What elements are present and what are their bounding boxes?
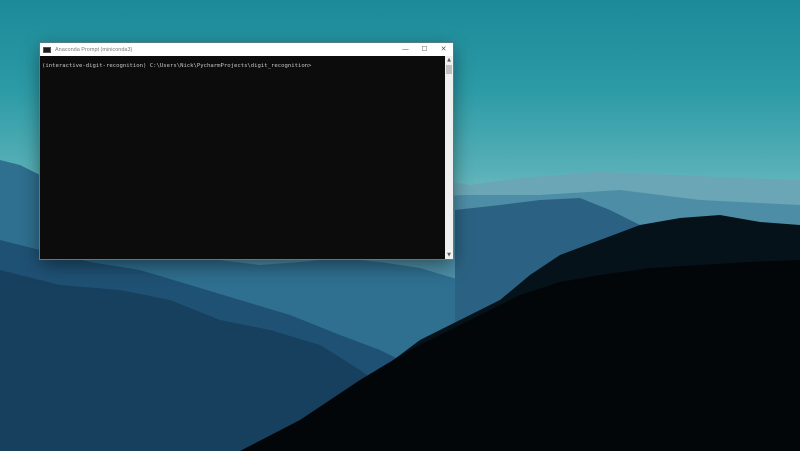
close-button[interactable]: ✕ [434,43,453,56]
terminal-window[interactable]: Anaconda Prompt (miniconda3) — ☐ ✕ (inte… [40,43,453,259]
console-output[interactable]: (interactive-digit-recognition) C:\Users… [40,56,445,259]
title-bar[interactable]: Anaconda Prompt (miniconda3) — ☐ ✕ [40,43,453,56]
terminal-icon [43,46,51,53]
vertical-scrollbar[interactable]: ▲ ▼ [445,56,453,259]
window-title: Anaconda Prompt (miniconda3) [55,46,133,53]
maximize-button[interactable]: ☐ [415,43,434,56]
scroll-up-icon[interactable]: ▲ [445,56,453,64]
desktop: Anaconda Prompt (miniconda3) — ☐ ✕ (inte… [0,0,800,451]
command-prompt: (interactive-digit-recognition) C:\Users… [42,63,312,69]
window-controls: — ☐ ✕ [396,43,453,56]
scroll-down-icon[interactable]: ▼ [445,251,453,259]
minimize-button[interactable]: — [396,43,415,56]
scroll-thumb[interactable] [446,65,452,74]
